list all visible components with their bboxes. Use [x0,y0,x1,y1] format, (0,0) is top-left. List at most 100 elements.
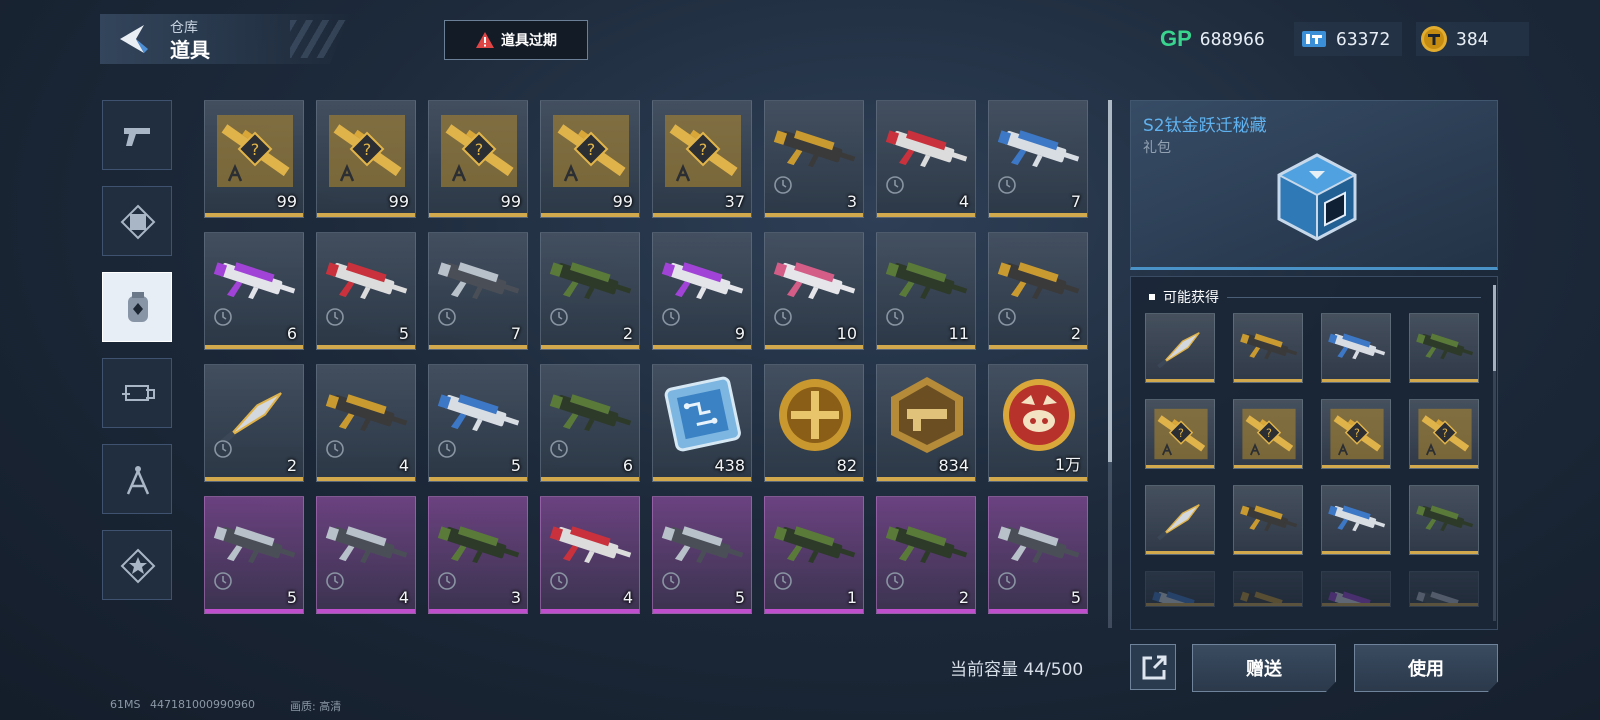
reward-item[interactable]: ? [1233,399,1303,469]
inventory-item[interactable]: ? 99 [428,100,528,218]
reward-item[interactable] [1233,313,1303,383]
gun-blue-icon [1328,505,1386,532]
inventory-item[interactable]: 834 [876,364,976,482]
sidebar-item-blueprints[interactable] [102,444,172,514]
blueprint-gun-icon: ? [323,111,411,191]
item-quantity: 5 [734,588,745,607]
reward-item[interactable]: ? [1321,399,1391,469]
item-quantity: 99 [388,192,409,211]
inventory-item[interactable]: 2 [204,364,304,482]
reward-item[interactable] [1145,313,1215,383]
reward-item[interactable] [1321,571,1391,607]
inventory-item[interactable]: 438 [652,364,752,482]
sidebar-item-items[interactable] [102,272,172,342]
back-button[interactable]: 仓库 道具 [100,14,350,64]
reward-item[interactable] [1233,571,1303,607]
gun-green-icon [1416,333,1474,360]
inventory-item[interactable]: 5 [316,232,416,350]
inventory-item[interactable]: 11 [876,232,976,350]
inventory-item[interactable]: 5 [204,496,304,614]
rarity-bar [653,477,751,481]
item-quantity: 5 [1070,588,1081,607]
gift-button[interactable]: 赠送 [1192,644,1336,692]
rarity-bar [541,609,639,613]
inventory-item[interactable]: ? 99 [316,100,416,218]
reward-item[interactable] [1321,313,1391,383]
inventory-item[interactable]: 4 [540,496,640,614]
timer-icon [214,308,232,326]
timer-icon [998,572,1016,590]
inventory-item[interactable]: ? 37 [652,100,752,218]
rarity-bar [653,345,751,349]
timer-icon [662,572,680,590]
reward-item[interactable] [1233,485,1303,555]
reward-item[interactable] [1409,571,1479,607]
inventory-item[interactable]: 1 [764,496,864,614]
reward-item[interactable] [1409,485,1479,555]
inventory-item[interactable]: 3 [428,496,528,614]
timer-icon [886,176,904,194]
chip-icon [659,375,747,455]
share-button[interactable] [1130,644,1176,690]
item-quantity: 7 [510,324,521,343]
rarity-bar [205,345,303,349]
frame-icon [120,204,156,240]
inventory-item[interactable]: 4 [316,496,416,614]
inventory-item[interactable]: 5 [428,364,528,482]
pistol-icon [124,128,150,146]
inventory-item[interactable]: 82 [764,364,864,482]
sidebar-item-badges[interactable] [102,530,172,600]
inventory-item[interactable]: 2 [540,232,640,350]
item-quantity: 834 [938,456,969,475]
inventory-item[interactable]: 3 [764,100,864,218]
rarity-bar [541,213,639,217]
currency-value: 384 [1456,28,1489,50]
inventory-scroll-thumb[interactable] [1108,100,1112,462]
inventory-item[interactable]: 7 [428,232,528,350]
inventory-item[interactable]: 1万 [988,364,1088,482]
use-button[interactable]: 使用 [1354,644,1498,692]
rarity-bar [653,609,751,613]
timer-icon [886,308,904,326]
inventory-item[interactable]: 4 [876,100,976,218]
medal-hex-icon [883,375,971,455]
currency-gp: GP 688966 [1160,22,1265,56]
quality-readout: 画质: 高清 [290,700,342,713]
reward-item[interactable] [1321,485,1391,555]
sidebar-item-character[interactable] [102,186,172,256]
item-quantity: 99 [276,192,297,211]
rewards-title-label: 可能获得 [1163,290,1219,306]
inventory-item[interactable]: 10 [764,232,864,350]
rarity-bar [765,609,863,613]
inventory-item[interactable]: ? 99 [204,100,304,218]
item-quantity: 3 [510,588,521,607]
rarity-bar [877,477,975,481]
inventory-item[interactable]: 5 [652,496,752,614]
reward-item[interactable] [1409,313,1479,383]
rarity-bar [205,609,303,613]
reward-item[interactable] [1145,485,1215,555]
rewards-scroll-thumb[interactable] [1493,285,1496,371]
inventory-item[interactable]: 2 [988,232,1088,350]
header-decoration [290,20,350,58]
expired-items-button[interactable]: 道具过期 [444,20,588,60]
item-quantity: 99 [612,192,633,211]
item-quantity: 37 [724,192,745,211]
rarity-bar [429,345,527,349]
inventory-item[interactable]: 7 [988,100,1088,218]
reward-item[interactable]: ? [1145,399,1215,469]
attachment-icon [122,385,155,401]
inventory-item[interactable]: 4 [316,364,416,482]
inventory-item[interactable]: ? 99 [540,100,640,218]
reward-item[interactable] [1145,571,1215,607]
sidebar-item-accessories[interactable] [102,358,172,428]
reward-item[interactable]: ? [1409,399,1479,469]
sidebar-item-weapons[interactable] [102,100,172,170]
inventory-item[interactable]: 9 [652,232,752,350]
inventory-item[interactable]: 5 [988,496,1088,614]
inventory-item[interactable]: 6 [540,364,640,482]
inventory-item[interactable]: 2 [876,496,976,614]
rarity-bar [989,213,1087,217]
item-quantity: 2 [1070,324,1081,343]
inventory-item[interactable]: 6 [204,232,304,350]
